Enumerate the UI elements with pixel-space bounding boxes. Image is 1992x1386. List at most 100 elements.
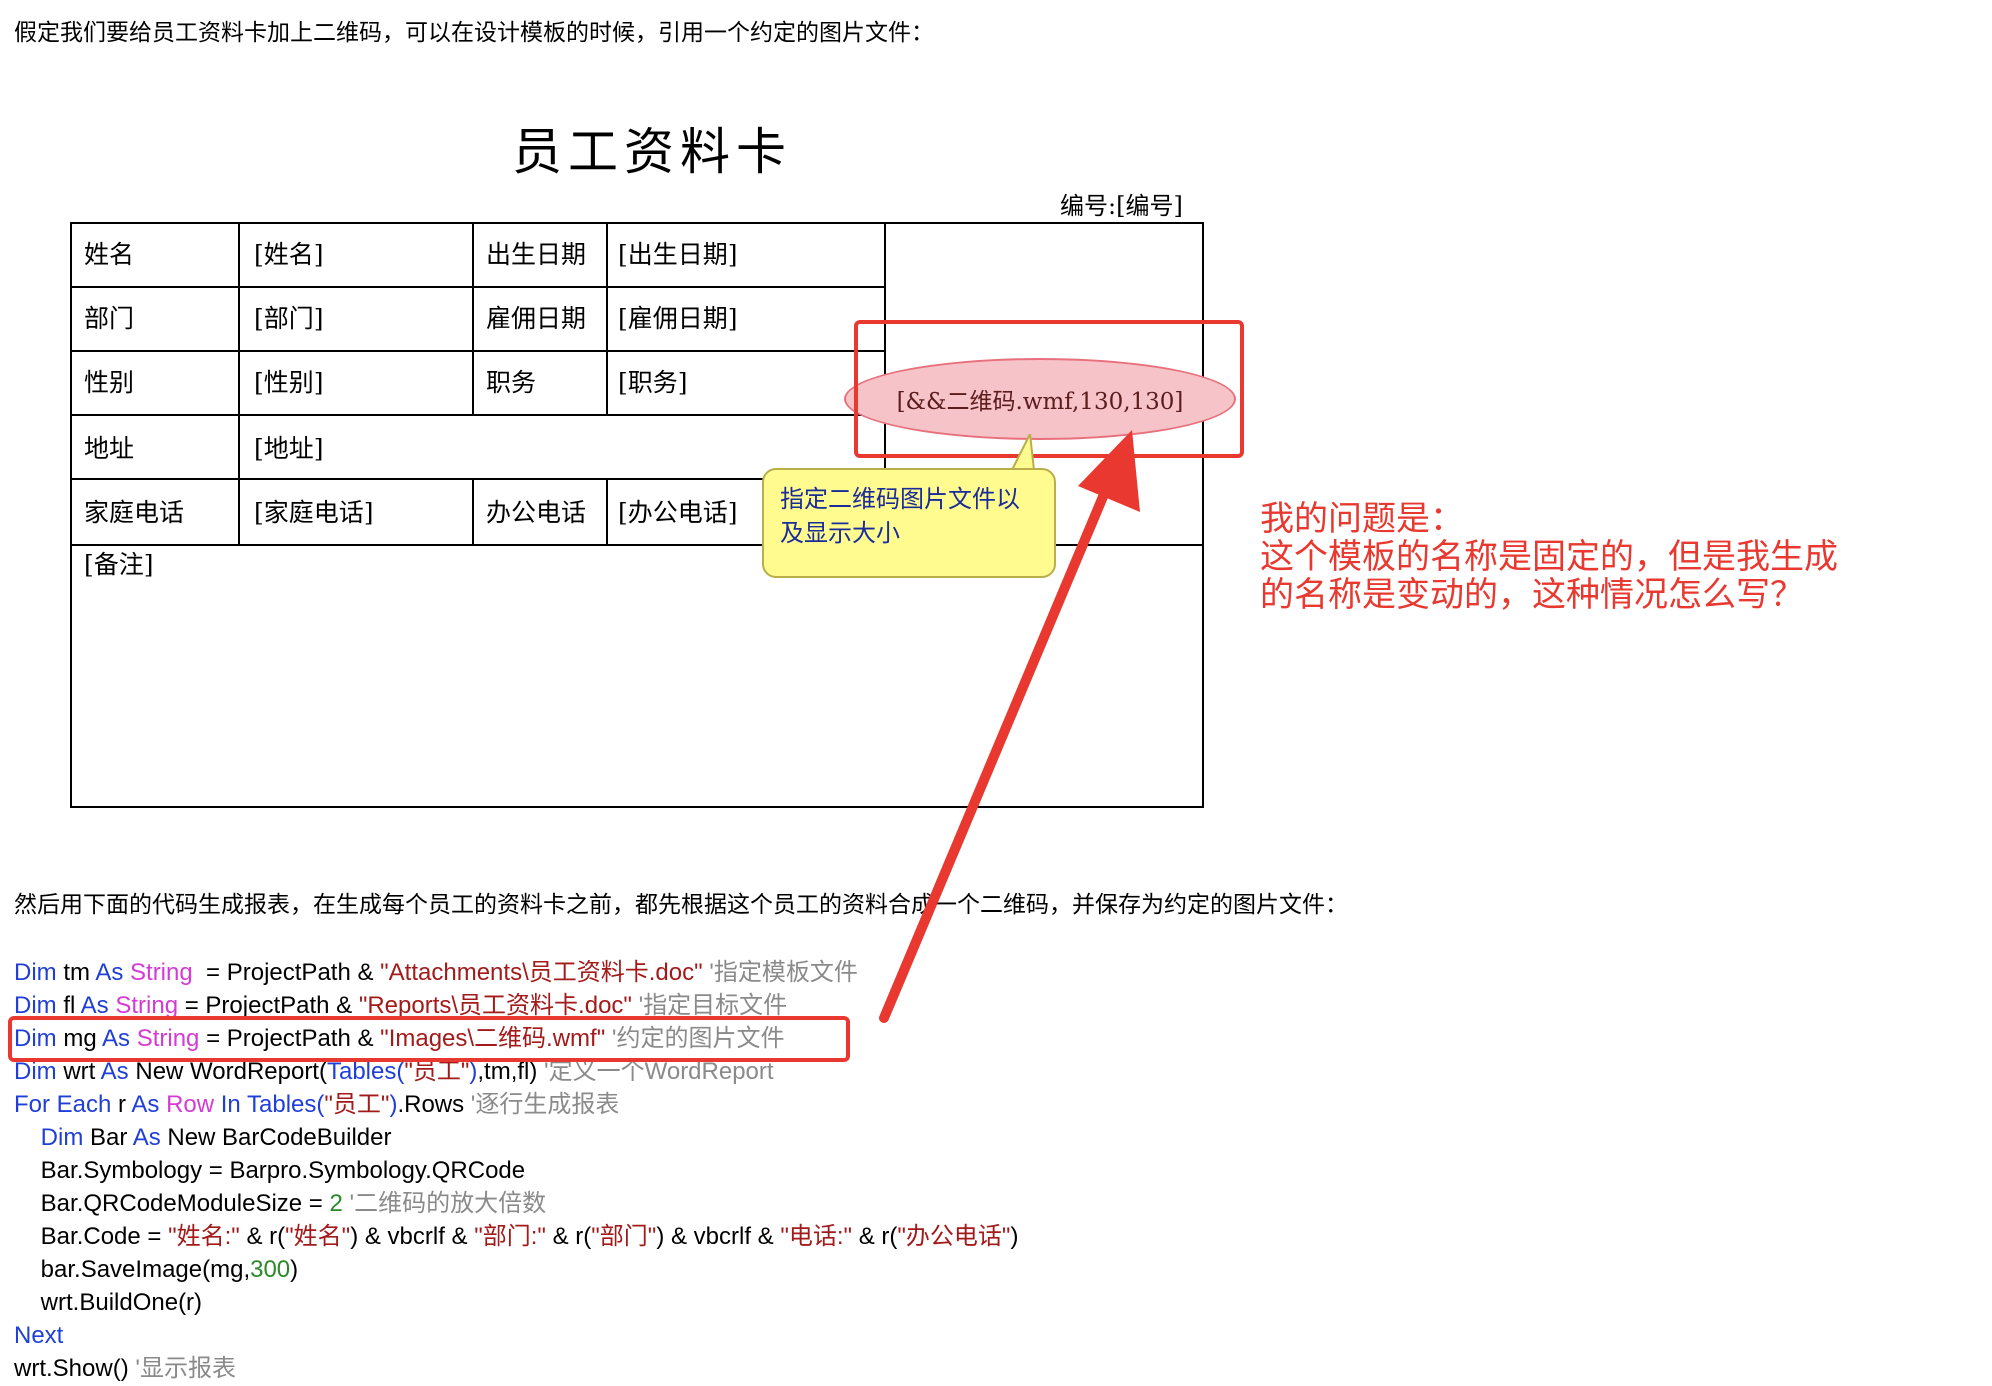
code-token: = ProjectPath & bbox=[178, 992, 359, 1019]
table-line bbox=[606, 224, 608, 414]
table-line bbox=[238, 224, 240, 544]
code-token: "办公电话" bbox=[897, 1223, 1011, 1250]
intro-text: 假定我们要给员工资料卡加上二维码，可以在设计模板的时候，引用一个约定的图片文件： bbox=[14, 20, 934, 46]
code-token: "部门" bbox=[591, 1223, 657, 1250]
code-token: As bbox=[80, 992, 109, 1019]
callout-note: 指定二维码图片文件以及显示大小 bbox=[762, 468, 1056, 578]
code-token: Tables( bbox=[326, 1058, 405, 1085]
cell-value-gender: [性别] bbox=[254, 368, 324, 397]
code-token: String bbox=[108, 992, 179, 1019]
code-token: '二维码的放大倍数 bbox=[342, 1190, 547, 1217]
code-token: 2 bbox=[329, 1190, 343, 1217]
question-line-2: 这个模板的名称是固定的，但是我生成 bbox=[1260, 537, 1838, 577]
cell-label-hiredate: 雇佣日期 bbox=[486, 304, 587, 333]
code-line: Dim Bar As New BarCodeBuilder bbox=[14, 1121, 1018, 1154]
code-line: Bar.Symbology = Barpro.Symbology.QRCode bbox=[14, 1154, 1018, 1187]
code-token: '定义一个WordReport bbox=[544, 1058, 774, 1085]
cell-label-home-phone: 家庭电话 bbox=[84, 498, 185, 527]
cell-value-address: [地址] bbox=[254, 434, 324, 463]
question-line-1: 我的问题是： bbox=[1260, 499, 1464, 539]
code-token: New BarCodeBuilder bbox=[160, 1124, 392, 1151]
code-token: wrt.Show() bbox=[14, 1355, 136, 1382]
code-token: & r( bbox=[852, 1223, 898, 1250]
code-line: Bar.QRCodeModuleSize = 2 '二维码的放大倍数 bbox=[14, 1187, 1018, 1220]
code-token: & r( bbox=[239, 1223, 286, 1250]
code-token: ) bbox=[290, 1256, 299, 1283]
code-token: = ProjectPath & bbox=[192, 959, 381, 986]
code-token: ) & vbcrlf & bbox=[350, 1223, 475, 1250]
code-token: Dim bbox=[14, 1058, 57, 1085]
cell-remark: [备注] bbox=[84, 550, 154, 579]
cell-value-hiredate: [雇佣日期] bbox=[618, 304, 738, 333]
code-token: .Rows bbox=[397, 1091, 471, 1118]
cell-label-department: 部门 bbox=[84, 304, 135, 333]
code-token: fl bbox=[56, 992, 81, 1019]
code-token: wrt bbox=[56, 1058, 101, 1085]
code-token: & r( bbox=[545, 1223, 592, 1250]
code-token: ,tm,fl) bbox=[477, 1058, 545, 1085]
code-line: bar.SaveImage(mg,300) bbox=[14, 1253, 1018, 1286]
question-text: 我的问题是： 这个模板的名称是固定的，但是我生成 的名称是变动的，这种情况怎么写… bbox=[1260, 500, 1838, 614]
code-token: Dim bbox=[14, 992, 57, 1019]
cell-label-birthdate: 出生日期 bbox=[486, 240, 587, 269]
code-token: "Reports\员工资料卡.doc" bbox=[358, 992, 632, 1019]
code-token: As bbox=[100, 1058, 129, 1085]
code-token: ) & vbcrlf & bbox=[656, 1223, 781, 1250]
card-number-label: 编号:[编号] bbox=[1060, 192, 1183, 220]
code-line: wrt.Show() '显示报表 bbox=[14, 1352, 1018, 1385]
code-token: "电话:" bbox=[780, 1223, 853, 1250]
code-token: For Each bbox=[14, 1091, 112, 1118]
code-token: '逐行生成报表 bbox=[470, 1091, 620, 1118]
code-token: Dim bbox=[14, 959, 57, 986]
code-token: Bar.Code = bbox=[14, 1223, 169, 1250]
table-line bbox=[72, 414, 886, 416]
code-token: String bbox=[123, 959, 193, 986]
code-token: '指定模板文件 bbox=[702, 959, 858, 986]
cell-label-name: 姓名 bbox=[84, 240, 135, 269]
code-token: tm bbox=[56, 959, 96, 986]
cell-value-birthdate: [出生日期] bbox=[618, 240, 738, 269]
cell-label-gender: 性别 bbox=[84, 368, 135, 397]
cell-value-office-phone: [办公电话] bbox=[618, 498, 738, 527]
code-token: "Attachments\员工资料卡.doc" bbox=[380, 959, 703, 986]
code-token: As bbox=[95, 959, 124, 986]
code-token: New WordReport( bbox=[128, 1058, 327, 1085]
code-token: In Tables( bbox=[214, 1091, 325, 1118]
cell-value-name: [姓名] bbox=[254, 240, 324, 269]
highlight-box-code-line bbox=[8, 1016, 850, 1062]
code-token: r bbox=[111, 1091, 132, 1118]
cell-label-position: 职务 bbox=[486, 368, 537, 397]
card-title: 员工资料卡 bbox=[512, 123, 792, 181]
code-token: '指定目标文件 bbox=[631, 992, 788, 1019]
code-token: Bar.QRCodeModuleSize = bbox=[14, 1190, 330, 1217]
code-token: Row bbox=[159, 1091, 215, 1118]
code-token: As bbox=[132, 1124, 161, 1151]
code-token: '显示报表 bbox=[135, 1355, 236, 1382]
table-line bbox=[606, 478, 608, 544]
code-line: Bar.Code = "姓名:" & r("姓名") & vbcrlf & "部… bbox=[14, 1220, 1019, 1253]
mid-text: 然后用下面的代码生成报表，在生成每个员工的资料卡之前，都先根据这个员工的资料合成… bbox=[14, 892, 1348, 918]
code-token: bar.SaveImage(mg, bbox=[14, 1256, 251, 1283]
code-token: ) bbox=[1010, 1223, 1019, 1250]
cell-label-address: 地址 bbox=[84, 434, 135, 463]
code-token: Bar bbox=[83, 1124, 133, 1151]
code-line: wrt.BuildOne(r) bbox=[14, 1286, 1018, 1319]
code-token: As bbox=[131, 1091, 160, 1118]
question-line-3: 的名称是变动的，这种情况怎么写？ bbox=[1260, 575, 1804, 615]
code-token: "姓名" bbox=[285, 1223, 351, 1250]
code-token: Dim bbox=[40, 1124, 84, 1151]
code-token: "部门:" bbox=[474, 1223, 546, 1250]
code-line: Dim tm As String = ProjectPath & "Attach… bbox=[14, 956, 1018, 989]
code-line: For Each r As Row In Tables("员工").Rows '… bbox=[14, 1088, 1018, 1121]
code-token: "姓名:" bbox=[168, 1223, 240, 1250]
table-line bbox=[72, 286, 886, 288]
cell-value-position: [职务] bbox=[618, 368, 688, 397]
code-line: Next bbox=[14, 1319, 1018, 1352]
cell-value-home-phone: [家庭电话] bbox=[254, 498, 374, 527]
code-token: 300 bbox=[250, 1256, 291, 1283]
table-line bbox=[472, 224, 474, 414]
code-token: "员工" bbox=[404, 1058, 470, 1085]
code-token: wrt.BuildOne(r) bbox=[14, 1289, 203, 1316]
table-line bbox=[472, 478, 474, 544]
